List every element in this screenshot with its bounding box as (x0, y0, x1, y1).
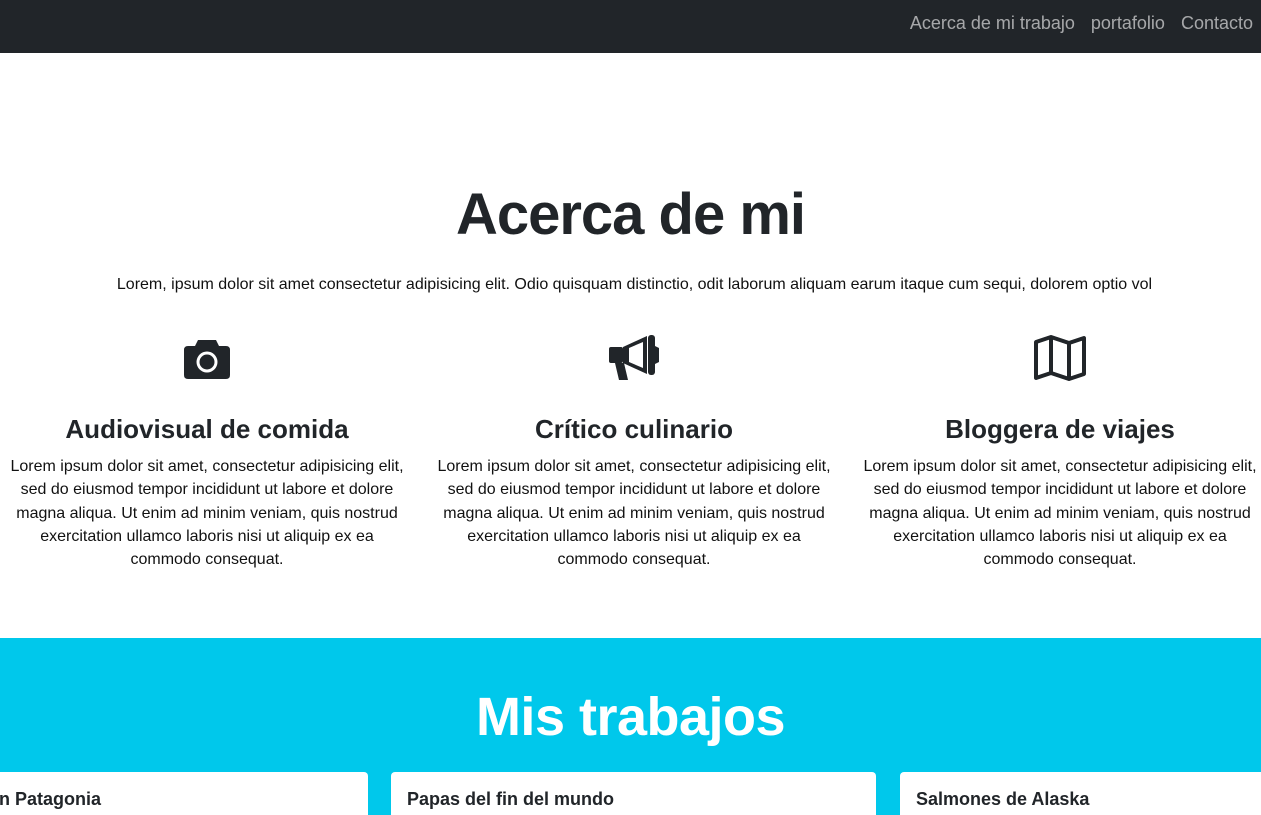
work-card[interactable]: Papas del fin del mundo (391, 772, 876, 815)
navbar: Acerca de mi trabajo portafolio Contacto (0, 0, 1261, 53)
nav-link-portfolio[interactable]: portafolio (1091, 12, 1165, 34)
nav-link-contact[interactable]: Contacto (1181, 12, 1253, 34)
features-row: Audiovisual de comida Lorem ipsum dolor … (0, 330, 1261, 590)
works-section: Mis trabajos n Patagonia Papas del fin d… (0, 638, 1261, 815)
feature-text: Lorem ipsum dolor sit amet, consectetur … (437, 458, 831, 569)
feature-text: Lorem ipsum dolor sit amet, consectetur … (10, 458, 404, 569)
camera-icon (2, 330, 412, 386)
nav-link-about[interactable]: Acerca de mi trabajo (910, 12, 1075, 34)
card-title: n Patagonia (0, 789, 102, 809)
nav-links: Acerca de mi trabajo portafolio Contacto (910, 12, 1253, 34)
works-title: Mis trabajos (475, 687, 786, 747)
work-card[interactable]: n Patagonia (0, 772, 368, 815)
about-lead: Lorem, ipsum dolor sit amet consectetur … (116, 276, 1153, 293)
feature-title: Crítico culinario (535, 414, 733, 444)
feature-text: Lorem ipsum dolor sit amet, consectetur … (863, 458, 1257, 569)
about-title: Acerca de mi (455, 182, 806, 247)
feature-audiovisual: Audiovisual de comida Lorem ipsum dolor … (2, 330, 412, 571)
feature-critic: Crítico culinario Lorem ipsum dolor sit … (429, 330, 839, 571)
feature-travel: Bloggera de viajes Lorem ipsum dolor sit… (855, 330, 1261, 571)
feature-title: Audiovisual de comida (65, 414, 349, 444)
work-card[interactable]: Salmones de Alaska (900, 772, 1261, 815)
card-title: Salmones de Alaska (916, 789, 1090, 809)
megaphone-icon (429, 330, 839, 386)
card-title: Papas del fin del mundo (407, 789, 615, 809)
feature-title: Bloggera de viajes (945, 414, 1175, 444)
map-icon (855, 330, 1261, 386)
